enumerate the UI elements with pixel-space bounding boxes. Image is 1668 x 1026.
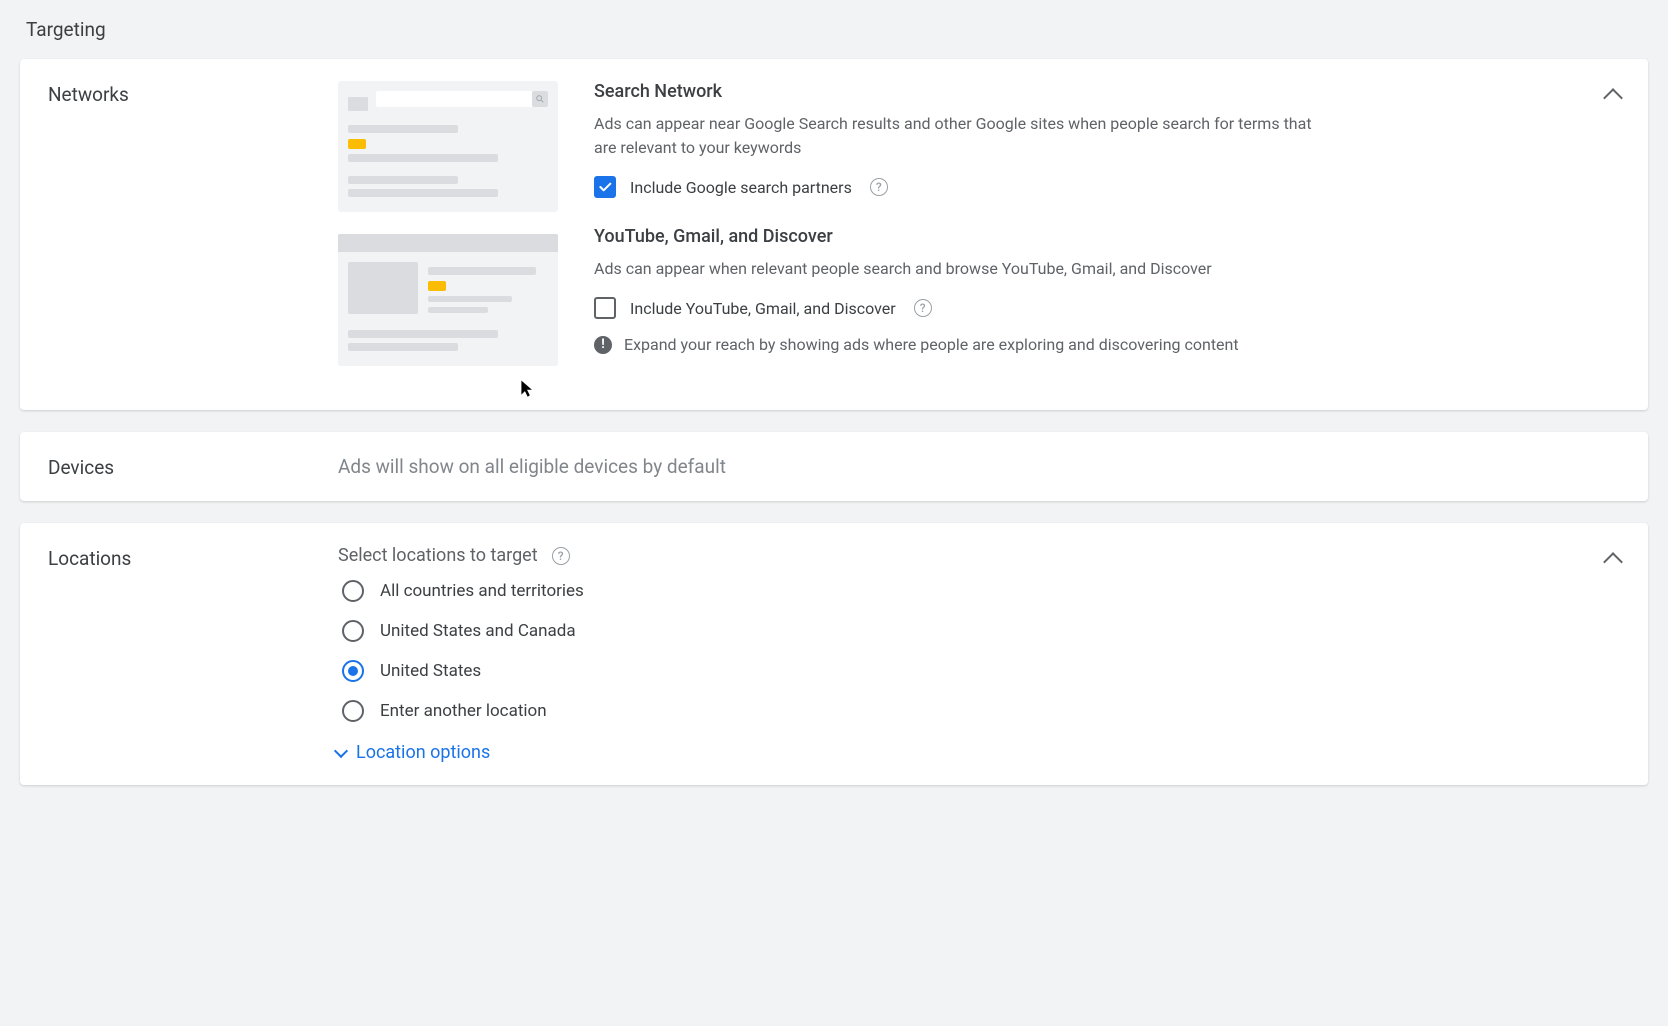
chevron-down-icon bbox=[334, 743, 348, 757]
search-partners-label: Include Google search partners bbox=[630, 178, 852, 197]
networks-card: Networks bbox=[20, 59, 1648, 410]
ygd-info-text: Expand your reach by showing ads where p… bbox=[624, 335, 1239, 354]
radio-label: United States and Canada bbox=[380, 621, 576, 641]
help-icon[interactable]: ? bbox=[552, 547, 570, 565]
location-radio-option[interactable]: Enter another location bbox=[342, 700, 1580, 722]
locations-prompt: Select locations to target bbox=[338, 545, 538, 566]
location-options-toggle[interactable]: Location options bbox=[336, 742, 1580, 763]
collapse-icon[interactable] bbox=[1603, 552, 1623, 572]
location-radio-option[interactable]: United States and Canada bbox=[342, 620, 1580, 642]
locations-label: Locations bbox=[48, 545, 338, 570]
devices-label: Devices bbox=[48, 454, 338, 479]
help-icon[interactable]: ? bbox=[870, 178, 888, 196]
locations-card: Locations Select locations to target ? A… bbox=[20, 523, 1648, 785]
radio-button[interactable] bbox=[342, 620, 364, 642]
collapse-icon[interactable] bbox=[1603, 88, 1623, 108]
radio-button[interactable] bbox=[342, 580, 364, 602]
ygd-desc: Ads can appear when relevant people sear… bbox=[594, 257, 1324, 281]
page-title: Targeting bbox=[26, 18, 1648, 41]
help-icon[interactable]: ? bbox=[914, 299, 932, 317]
ygd-checkbox[interactable] bbox=[594, 297, 616, 319]
location-options-label: Location options bbox=[356, 742, 490, 763]
search-network-desc: Ads can appear near Google Search result… bbox=[594, 112, 1324, 160]
devices-card[interactable]: Devices Ads will show on all eligible de… bbox=[20, 432, 1648, 501]
networks-label: Networks bbox=[48, 81, 338, 106]
search-partners-checkbox[interactable] bbox=[594, 176, 616, 198]
ygd-checkbox-label: Include YouTube, Gmail, and Discover bbox=[630, 299, 896, 318]
info-icon: ! bbox=[594, 336, 612, 354]
radio-button[interactable] bbox=[342, 700, 364, 722]
radio-button[interactable] bbox=[342, 660, 364, 682]
radio-label: All countries and territories bbox=[380, 581, 584, 601]
radio-label: Enter another location bbox=[380, 701, 547, 721]
search-network-thumb bbox=[338, 81, 558, 212]
ygd-network-thumb bbox=[338, 234, 558, 366]
radio-label: United States bbox=[380, 661, 481, 681]
search-network-title: Search Network bbox=[594, 81, 1580, 102]
devices-text: Ads will show on all eligible devices by… bbox=[338, 455, 1620, 478]
location-radio-option[interactable]: All countries and territories bbox=[342, 580, 1580, 602]
location-radio-option[interactable]: United States bbox=[342, 660, 1580, 682]
ygd-title: YouTube, Gmail, and Discover bbox=[594, 226, 1580, 247]
